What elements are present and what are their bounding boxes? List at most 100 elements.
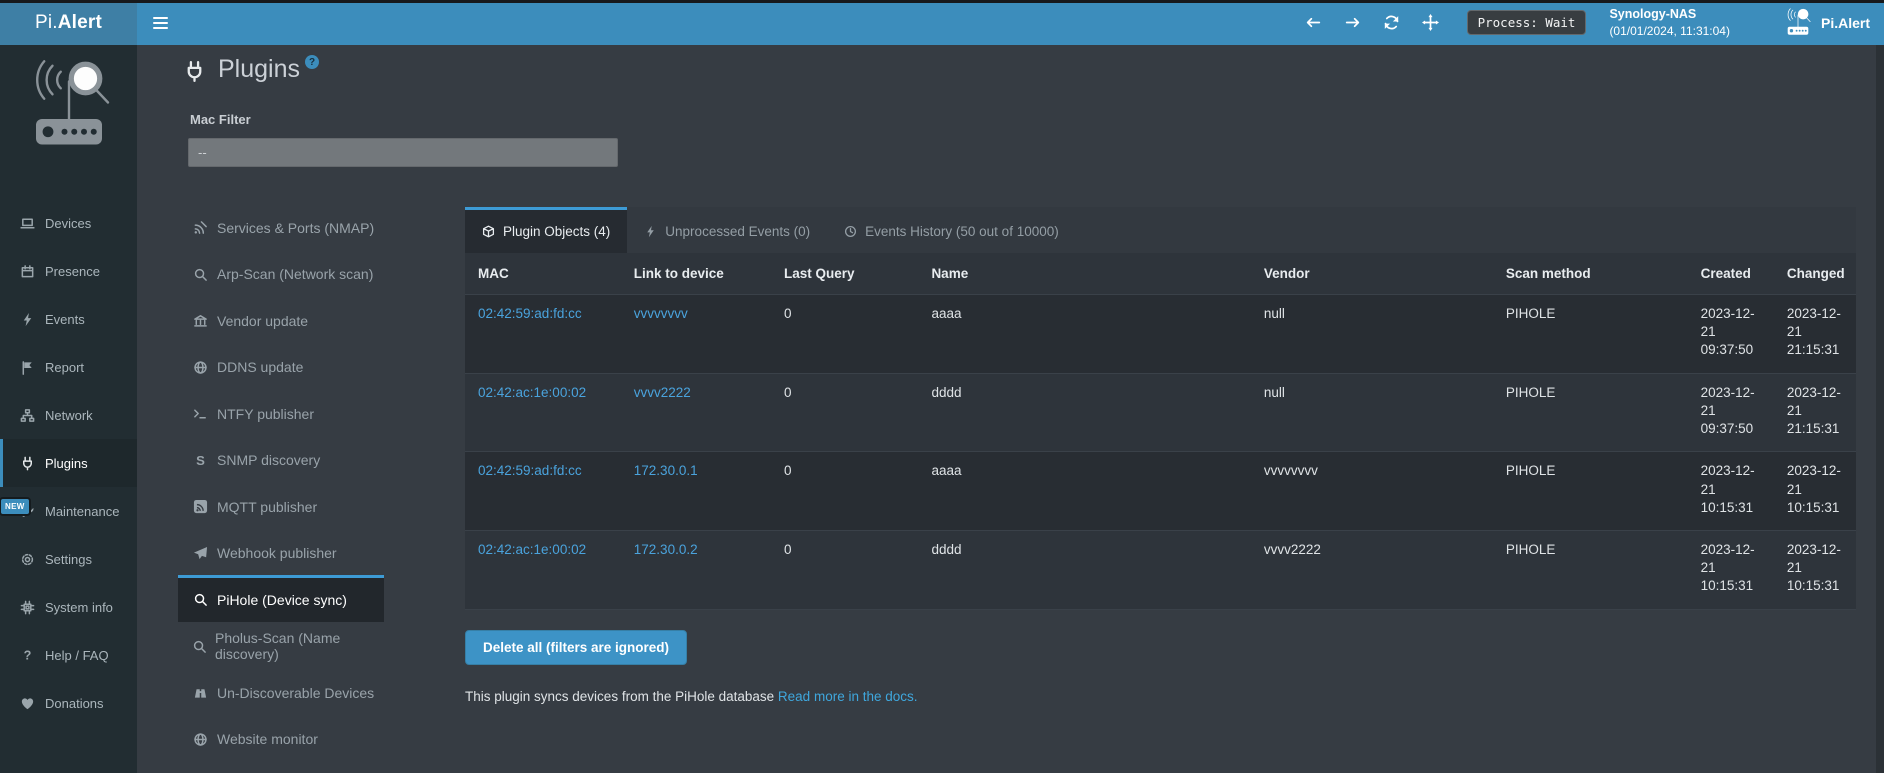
col-header-created[interactable]: Created — [1688, 253, 1774, 295]
arrow-right-icon — [1344, 14, 1361, 31]
plugin-item-mqtt-publisher[interactable]: MQTT publisher — [178, 482, 384, 529]
changed-cell: 2023-12-2121:15:31 — [1774, 373, 1856, 452]
name-cell: dddd — [918, 530, 1250, 609]
nav-back-button[interactable] — [1301, 10, 1327, 36]
terminal-icon — [192, 406, 209, 421]
bolt-icon — [18, 312, 36, 327]
col-header-mac[interactable]: MAC — [465, 253, 621, 295]
plugin-item-pihole-device-sync[interactable]: PiHole (Device sync) — [178, 575, 384, 622]
plugin-item-ntfy-publisher[interactable]: NTFY publisher — [178, 389, 384, 436]
host-timestamp: (01/01/2024, 11:31:04) — [1609, 23, 1730, 40]
sidebar-item-devices[interactable]: Devices — [0, 199, 137, 247]
sidebar-item-settings[interactable]: Settings — [0, 535, 137, 583]
col-header-vendor[interactable]: Vendor — [1251, 253, 1493, 295]
scan-method-cell: PIHOLE — [1493, 373, 1688, 452]
col-header-name[interactable]: Name — [918, 253, 1250, 295]
sitemap-icon — [18, 408, 36, 423]
table-row: 02:42:59:ad:fd:cc vvvvvvvv 0 aaaa null P… — [465, 295, 1856, 374]
col-header-scan-method[interactable]: Scan method — [1493, 253, 1688, 295]
scrollbar-track[interactable] — [1876, 45, 1884, 773]
rss-icon — [192, 499, 209, 514]
help-badge[interactable]: ? — [305, 55, 319, 69]
plugin-item-website-monitor[interactable]: Website monitor — [178, 715, 384, 762]
plugin-item-ddns-update[interactable]: DDNS update — [178, 343, 384, 390]
changed-cell: 2023-12-2110:15:31 — [1774, 452, 1856, 531]
host-name: Synology-NAS — [1609, 5, 1730, 23]
heart-icon — [18, 696, 36, 711]
nav-forward-button[interactable] — [1340, 10, 1366, 36]
plugin-item-undiscoverable-devices[interactable]: Un-Discoverable Devices — [178, 668, 384, 715]
device-link[interactable]: vvvvvvvv — [634, 306, 688, 321]
brand-prefix: Pi. — [35, 12, 58, 34]
sidebar-item-presence[interactable]: Presence — [0, 247, 137, 295]
col-header-changed[interactable]: Changed — [1774, 253, 1856, 295]
app-identity[interactable]: Pi.Alert — [1783, 8, 1870, 38]
sidebar-nav: Devices Presence Events Report Network P… — [0, 199, 137, 727]
plugin-item-vendor-update[interactable]: Vendor update — [178, 296, 384, 343]
changed-cell: 2023-12-2121:15:31 — [1774, 295, 1856, 374]
table-row: 02:42:ac:1e:00:02 172.30.0.2 0 dddd vvvv… — [465, 530, 1856, 609]
plugin-item-snmp-discovery[interactable]: SNMP discovery — [178, 436, 384, 483]
sidebar-item-events[interactable]: Events — [0, 295, 137, 343]
sidebar-toggle-button[interactable] — [137, 0, 183, 45]
created-cell: 2023-12-2109:37:50 — [1688, 373, 1774, 452]
plugin-item-pholus-scan[interactable]: Pholus-Scan (Name discovery) — [178, 622, 384, 669]
paper-plane-icon — [192, 546, 209, 561]
mac-link[interactable]: 02:42:ac:1e:00:02 — [478, 542, 586, 557]
sidebar-item-help-faq[interactable]: Help / FAQ — [0, 631, 137, 679]
brand-logo[interactable]: Pi.Alert — [0, 0, 137, 45]
col-header-link[interactable]: Link to device — [621, 253, 771, 295]
plugin-item-arp-scan[interactable]: Arp-Scan (Network scan) — [178, 250, 384, 297]
read-more-docs-link[interactable]: Read more in the docs. — [778, 689, 918, 704]
refresh-button[interactable] — [1379, 10, 1405, 36]
gear-icon — [18, 552, 36, 567]
fullscreen-move-button[interactable] — [1418, 10, 1444, 36]
sidebar-item-plugins[interactable]: Plugins — [0, 439, 137, 487]
plugin-objects-table: MAC Link to device Last Query Name Vendo… — [465, 253, 1856, 610]
table-row: 02:42:ac:1e:00:02 vvvv2222 0 dddd null P… — [465, 373, 1856, 452]
chip-icon — [18, 600, 36, 615]
brand-suffix: Alert — [58, 12, 102, 34]
sidebar-item-report[interactable]: Report — [0, 343, 137, 391]
globe-icon — [192, 732, 209, 747]
created-cell: 2023-12-2110:15:31 — [1688, 452, 1774, 531]
created-cell: 2023-12-2110:15:31 — [1688, 530, 1774, 609]
sidebar-item-network[interactable]: Network — [0, 391, 137, 439]
plugin-item-services-ports[interactable]: Services & Ports (NMAP) — [178, 203, 384, 250]
question-icon — [18, 648, 36, 663]
cube-icon — [482, 225, 495, 238]
delete-all-button[interactable]: Delete all (filters are ignored) — [465, 630, 687, 665]
letter-s-icon — [192, 453, 209, 468]
name-cell: dddd — [918, 373, 1250, 452]
mac-filter-input[interactable] — [188, 138, 618, 167]
plugin-description-text: This plugin syncs devices from the PiHol… — [465, 689, 774, 704]
page-title: Plugins — [218, 55, 300, 84]
mac-link[interactable]: 02:42:59:ad:fd:cc — [478, 463, 582, 478]
laptop-icon — [18, 216, 36, 231]
plug-icon — [183, 60, 206, 88]
last-query-cell: 0 — [771, 530, 918, 609]
device-link[interactable]: 172.30.0.2 — [634, 542, 698, 557]
search-icon — [192, 267, 209, 282]
device-link[interactable]: 172.30.0.1 — [634, 463, 698, 478]
page-header: Plugins ? — [183, 55, 319, 88]
topbar: Pi.Alert Process: Wait Synology-NAS (01/… — [0, 0, 1884, 45]
mac-filter-label: Mac Filter — [190, 112, 251, 127]
col-header-last-query[interactable]: Last Query — [771, 253, 918, 295]
refresh-icon — [1383, 14, 1400, 31]
plugin-item-webhook-publisher[interactable]: Webhook publisher — [178, 529, 384, 576]
scan-method-cell: PIHOLE — [1493, 530, 1688, 609]
clock-icon — [844, 225, 857, 238]
device-link[interactable]: vvvv2222 — [634, 385, 691, 400]
tab-unprocessed-events[interactable]: Unprocessed Events (0) — [627, 207, 827, 253]
bank-icon — [192, 313, 209, 328]
scan-method-cell: PIHOLE — [1493, 295, 1688, 374]
mac-link[interactable]: 02:42:59:ad:fd:cc — [478, 306, 582, 321]
sidebar-item-system-info[interactable]: System info — [0, 583, 137, 631]
scan-method-cell: PIHOLE — [1493, 452, 1688, 531]
tab-events-history[interactable]: Events History (50 out of 10000) — [827, 207, 1076, 253]
hamburger-icon — [153, 17, 168, 19]
sidebar-item-donations[interactable]: Donations — [0, 679, 137, 727]
mac-link[interactable]: 02:42:ac:1e:00:02 — [478, 385, 586, 400]
tab-plugin-objects[interactable]: Plugin Objects (4) — [465, 207, 627, 253]
